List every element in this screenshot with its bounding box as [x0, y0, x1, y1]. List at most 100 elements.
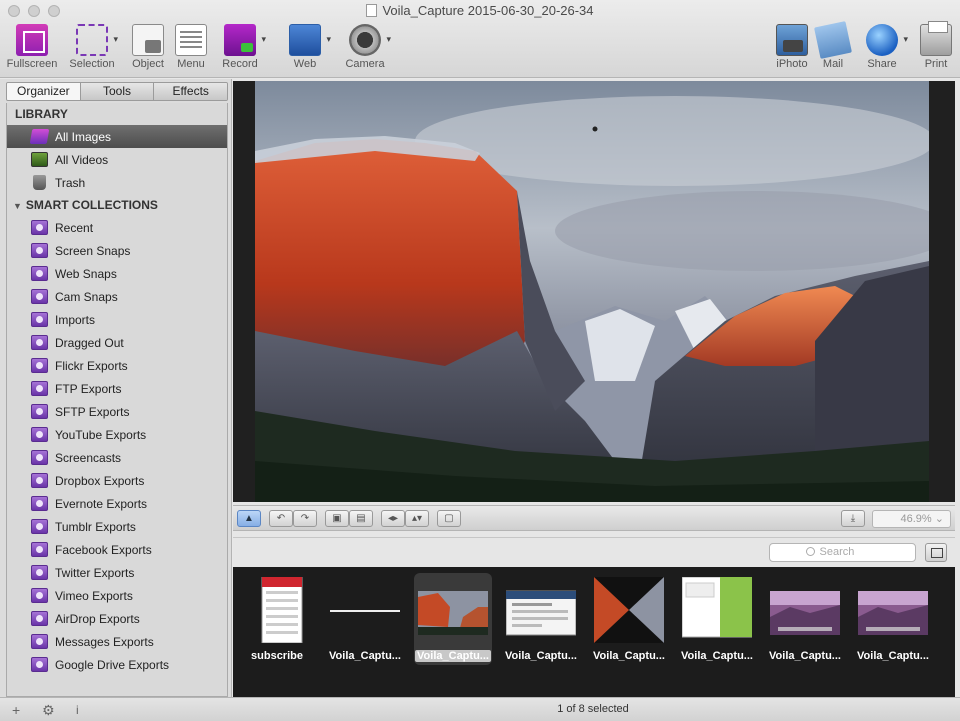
fullscreen-toolbar-button[interactable]: Fullscreen — [4, 24, 60, 74]
smart-collection-icon — [31, 335, 48, 350]
trash-icon — [33, 175, 46, 190]
chevron-down-icon[interactable]: ▾ — [261, 34, 266, 45]
zoom-level-field[interactable]: 46.9% ⌄ — [872, 510, 951, 528]
sidebar-item-label: Evernote Exports — [55, 496, 148, 511]
thumbnail-item[interactable]: subscribe — [238, 573, 316, 665]
sidebar-item-trash[interactable]: Trash — [7, 171, 227, 194]
window-title: Voila_Capture 2015-06-30_20-26-34 — [0, 3, 960, 18]
videos-icon — [31, 152, 48, 167]
search-field[interactable] — [769, 543, 916, 562]
chevron-down-icon[interactable]: ▾ — [326, 34, 331, 45]
camera-toolbar-label: Camera — [345, 58, 385, 70]
sidebar-item-cam-snaps[interactable]: Cam Snaps — [7, 285, 227, 308]
thumbnail-item[interactable]: Voila_Captu... — [502, 573, 580, 665]
sidebar-item-vimeo-exports[interactable]: Vimeo Exports — [7, 584, 227, 607]
browser-search-bar — [233, 537, 955, 567]
tab-organizer[interactable]: Organizer — [7, 83, 80, 100]
thumbnail-image — [242, 576, 312, 646]
sidebar-item-tumblr-exports[interactable]: Tumblr Exports — [7, 515, 227, 538]
lock-button[interactable]: ▢ — [437, 510, 461, 527]
record-toolbar-button[interactable]: ▾ Record — [212, 24, 268, 74]
sidebar-item-flickr-exports[interactable]: Flickr Exports — [7, 354, 227, 377]
sidebar-item-web-snaps[interactable]: Web Snaps — [7, 262, 227, 285]
sidebar-item-label: YouTube Exports — [55, 427, 147, 442]
thumbnail-item[interactable]: Voila_Captu... — [326, 573, 404, 665]
sidebar-item-all-videos[interactable]: All Videos — [7, 148, 227, 171]
disclosure-triangle-icon[interactable]: ▼ — [13, 195, 22, 217]
thumbnail-image — [418, 577, 488, 646]
sidebar-item-sftp-exports[interactable]: SFTP Exports — [7, 400, 227, 423]
smart-collection-icon — [31, 358, 48, 373]
rotate-right-button[interactable]: ↷ — [293, 510, 317, 527]
mail-toolbar-button[interactable]: Mail — [805, 21, 861, 74]
thumbnail-caption: subscribe — [238, 650, 316, 662]
sidebar-item-google-drive-exports[interactable]: Google Drive Exports — [7, 653, 227, 676]
fit-to-window-button[interactable]: ⤓ — [841, 510, 865, 527]
tab-effects[interactable]: Effects — [153, 83, 227, 100]
menu-toolbar-button[interactable]: Menu — [163, 24, 219, 74]
sidebar-item-dragged-out[interactable]: Dragged Out — [7, 331, 227, 354]
fullscreen-icon — [16, 24, 48, 56]
sidebar-item-screencasts[interactable]: Screencasts — [7, 446, 227, 469]
print-toolbar-button[interactable]: Print — [908, 21, 960, 74]
smart-collections-label: SMART COLLECTIONS — [25, 198, 158, 212]
thumbnail-item[interactable]: Voila_Captu... — [590, 573, 668, 665]
images-icon — [29, 129, 50, 144]
resize-button[interactable]: ▤ — [349, 510, 373, 527]
mail-toolbar-label: Mail — [822, 58, 844, 70]
view-mode-toggle-button[interactable] — [925, 543, 947, 562]
sidebar-item-screen-snaps[interactable]: Screen Snaps — [7, 239, 227, 262]
sidebar-item-ftp-exports[interactable]: FTP Exports — [7, 377, 227, 400]
thumbnail-item[interactable]: Voila_Captu... — [766, 573, 844, 665]
web-toolbar-label: Web — [293, 58, 317, 70]
print-toolbar-label: Print — [924, 58, 948, 70]
sidebar-item-youtube-exports[interactable]: YouTube Exports — [7, 423, 227, 446]
crop-button[interactable]: ▣ — [325, 510, 349, 527]
camera-toolbar-button[interactable]: ▾ Camera — [337, 24, 393, 74]
thumbnail-caption: Voila_Captu... — [326, 650, 404, 662]
image-viewer[interactable] — [233, 81, 955, 502]
share-toolbar-button[interactable]: ▾ Share — [854, 24, 910, 74]
smart-collection-icon — [31, 473, 48, 488]
sidebar-item-imports[interactable]: Imports — [7, 308, 227, 331]
sidebar-item-all-images[interactable]: All Images — [7, 125, 227, 148]
smart-collection-icon — [31, 565, 48, 580]
smart-collections-heading[interactable]: ▼ SMART COLLECTIONS — [7, 194, 227, 216]
sidebar-item-label: Vimeo Exports — [55, 588, 133, 603]
chevron-down-icon[interactable]: ▾ — [113, 34, 118, 45]
object-icon — [132, 24, 164, 56]
search-input[interactable] — [819, 546, 880, 558]
thumbnail-image — [770, 577, 840, 646]
thumbnail-item[interactable]: Voila_Captu... — [414, 573, 492, 665]
chevron-down-icon[interactable]: ▾ — [386, 34, 391, 45]
camera-icon — [349, 24, 381, 56]
sidebar-item-label: Messages Exports — [55, 634, 154, 649]
web-toolbar-button[interactable]: ▾ Web — [277, 24, 333, 74]
thumbnail-item[interactable]: Voila_Captu... — [854, 573, 932, 665]
thumbnail-image — [505, 577, 577, 646]
sidebar-item-facebook-exports[interactable]: Facebook Exports — [7, 538, 227, 561]
rotate-left-button[interactable]: ↶ — [269, 510, 293, 527]
zoom-stepper-icon[interactable]: ⌄ — [935, 513, 944, 525]
thumbnail-caption-text: Voila_Captu... — [415, 650, 491, 662]
selection-toolbar-button[interactable]: ▾ Selection — [64, 24, 120, 74]
sidebar-item-recent[interactable]: Recent — [7, 216, 227, 239]
sidebar: Organizer Tools Effects LIBRARY All Images… — [0, 79, 232, 697]
thumbnail-caption: Voila_Captu... — [502, 650, 580, 662]
sidebar-item-airdrop-exports[interactable]: AirDrop Exports — [7, 607, 227, 630]
flip-vertical-button[interactable]: ▴▾ — [405, 510, 429, 527]
thumbnail-image — [681, 576, 753, 646]
sidebar-item-twitter-exports[interactable]: Twitter Exports — [7, 561, 227, 584]
thumbnail-caption: Voila_Captu... — [414, 650, 492, 662]
sidebar-item-label: All Images — [55, 129, 112, 144]
sidebar-item-evernote-exports[interactable]: Evernote Exports — [7, 492, 227, 515]
sidebar-item-dropbox-exports[interactable]: Dropbox Exports — [7, 469, 227, 492]
sidebar-item-label: Recent — [55, 220, 94, 235]
sidebar-item-messages-exports[interactable]: Messages Exports — [7, 630, 227, 653]
pointer-tool-button[interactable]: ▲ — [237, 510, 261, 527]
menu-toolbar-label: Menu — [177, 58, 205, 70]
flip-horizontal-button[interactable]: ◂▸ — [381, 510, 405, 527]
thumbnail-item[interactable]: Voila_Captu... — [678, 573, 756, 665]
tab-tools[interactable]: Tools — [79, 83, 154, 100]
library-heading: LIBRARY — [15, 107, 68, 121]
